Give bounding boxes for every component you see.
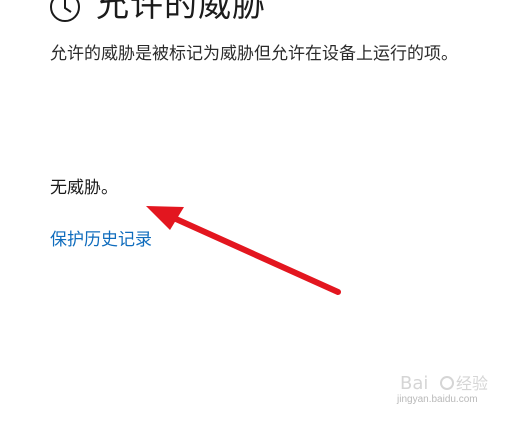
history-clock-icon	[50, 0, 80, 22]
watermark-url: jingyan.baidu.com	[397, 394, 478, 405]
no-threats-status: 无威胁。	[50, 178, 118, 198]
page-title: 允许的威胁	[96, 0, 266, 24]
svg-text:Bai: Bai	[400, 373, 428, 394]
allowed-threats-page: 允许的威胁 允许的威胁是被标记为威胁但允许在设备上运行的项。 无威胁。 保护历史…	[0, 0, 519, 426]
protection-history-link[interactable]: 保护历史记录	[50, 228, 152, 252]
page-description: 允许的威胁是被标记为威胁但允许在设备上运行的项。	[50, 44, 458, 64]
svg-text:经验: 经验	[456, 374, 488, 393]
baidu-watermark-logo: Bai 经验	[400, 373, 488, 394]
